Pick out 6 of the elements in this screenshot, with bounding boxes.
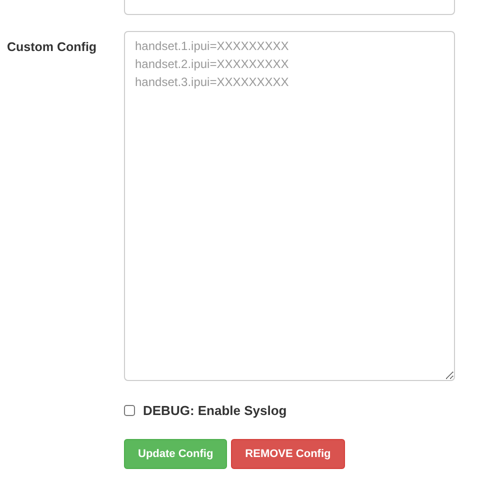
field-label: Custom Config [7, 39, 97, 56]
config-textarea[interactable]: handset.1.ipui=XXXXXXXXX handset.2.ipui=XXXXXXXXX handset.3.ipui=XXXXXXXXX [124, 31, 455, 381]
remove-button[interactable]: REMOVE Config [231, 438, 345, 469]
checkbox-label: DEBUG: Enable Syslog [143, 402, 287, 420]
debug-checkbox[interactable] [124, 405, 135, 416]
update-button[interactable]: Update Config [124, 438, 228, 469]
